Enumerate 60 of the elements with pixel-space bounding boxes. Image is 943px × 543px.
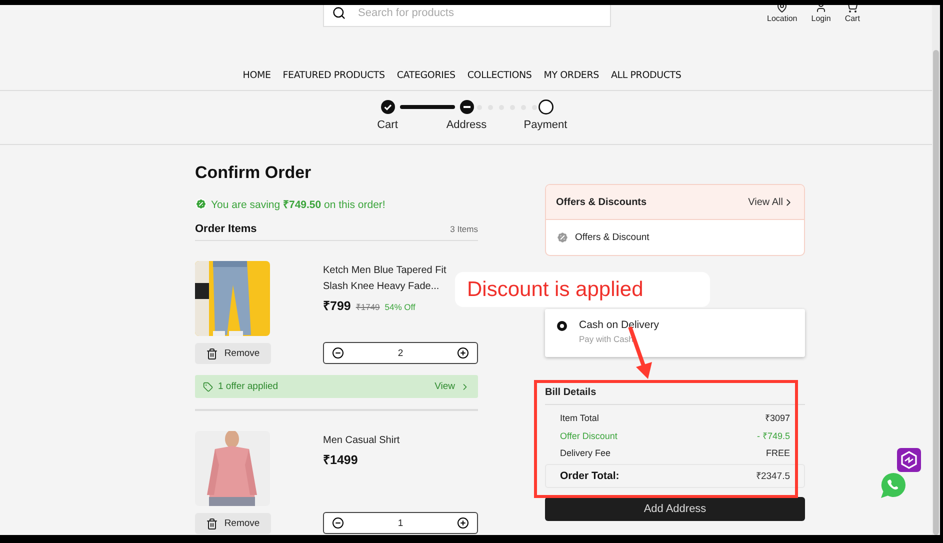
- payment-label: Cash on Delivery: [579, 319, 659, 331]
- card-title: Offers & Discounts: [556, 196, 647, 208]
- header-action[interactable]: Location: [767, 5, 798, 23]
- bill-label: Item Total: [560, 412, 599, 424]
- bill-value: - ₹749.5: [756, 430, 790, 442]
- quantity-stepper[interactable]: 1: [323, 512, 478, 534]
- discount-badge-icon: [556, 231, 569, 244]
- nav-link[interactable]: MY ORDERS: [544, 65, 599, 90]
- bill-value: ₹3097: [764, 412, 790, 424]
- nav-link[interactable]: FEATURED PRODUCTS: [282, 65, 385, 90]
- product-name[interactable]: Ketch Men Blue Tapered Fit Slash Knee Heavy Fade...: [323, 263, 453, 295]
- bill-label: Offer Discount: [560, 430, 618, 442]
- progress-connector: [400, 105, 455, 109]
- annotation-callout: Discount is applied: [455, 272, 710, 307]
- payment-subtitle: Pay with Cash: [579, 334, 634, 344]
- plus-icon[interactable]: [456, 517, 469, 529]
- original-price: ₹1749: [356, 301, 380, 312]
- page-title: Confirm Order: [195, 163, 312, 183]
- section-heading: Bill Details: [545, 387, 805, 405]
- header-action[interactable]: Cart: [844, 5, 860, 23]
- minus-icon[interactable]: [332, 517, 344, 529]
- radio-button[interactable]: [557, 321, 567, 331]
- nav-link[interactable]: HOME: [242, 65, 271, 90]
- item-count: 3 Items: [450, 224, 478, 234]
- app-launcher-icon[interactable]: [897, 448, 921, 472]
- total-label: Order Total:: [560, 470, 620, 482]
- step-label: Cart: [376, 119, 399, 131]
- step-label: Address: [445, 119, 488, 131]
- minus-icon[interactable]: [332, 347, 344, 359]
- step-label: Payment: [522, 119, 568, 131]
- discount-percent: 54% Off: [384, 302, 416, 312]
- trash-icon: [206, 518, 218, 530]
- nav-link[interactable]: ALL PRODUCTS: [610, 65, 682, 90]
- search-icon: [332, 6, 346, 20]
- remove-button[interactable]: Remove: [195, 343, 271, 364]
- section-heading: Order Items: [195, 223, 257, 235]
- trash-icon: [206, 348, 218, 360]
- scrollbar[interactable]: [932, 5, 940, 535]
- search-field[interactable]: Search for products: [323, 5, 611, 27]
- header-action[interactable]: Login: [811, 5, 831, 23]
- tag-icon: [203, 382, 213, 392]
- product-price: ₹1499: [323, 452, 358, 468]
- product-name[interactable]: Men Casual Shirt: [323, 433, 453, 449]
- nav-link[interactable]: COLLECTIONS: [467, 65, 532, 90]
- offer-text: 1 offer applied: [218, 381, 278, 392]
- product-price: ₹799: [323, 298, 351, 314]
- nav-link[interactable]: CATEGORIES: [396, 65, 456, 90]
- offer-item[interactable]: Offers & Discount: [575, 232, 650, 243]
- search-input[interactable]: Search for products: [356, 6, 590, 20]
- savings-message: You are saving ₹749.50 on this order!: [211, 198, 386, 211]
- payment-option[interactable]: Cash on Delivery Pay with Cash: [545, 309, 805, 357]
- add-address-button[interactable]: Add Address: [545, 496, 805, 520]
- bill-value: FREE: [766, 447, 790, 460]
- bill-label: Delivery Fee: [560, 447, 611, 460]
- total-value: ₹2347.5: [756, 470, 790, 482]
- discount-badge-icon: [195, 198, 207, 210]
- plus-icon[interactable]: [456, 347, 469, 359]
- remove-button[interactable]: Remove: [195, 513, 271, 534]
- view-all-link[interactable]: View All: [748, 196, 794, 208]
- quantity-stepper[interactable]: 2: [323, 342, 478, 364]
